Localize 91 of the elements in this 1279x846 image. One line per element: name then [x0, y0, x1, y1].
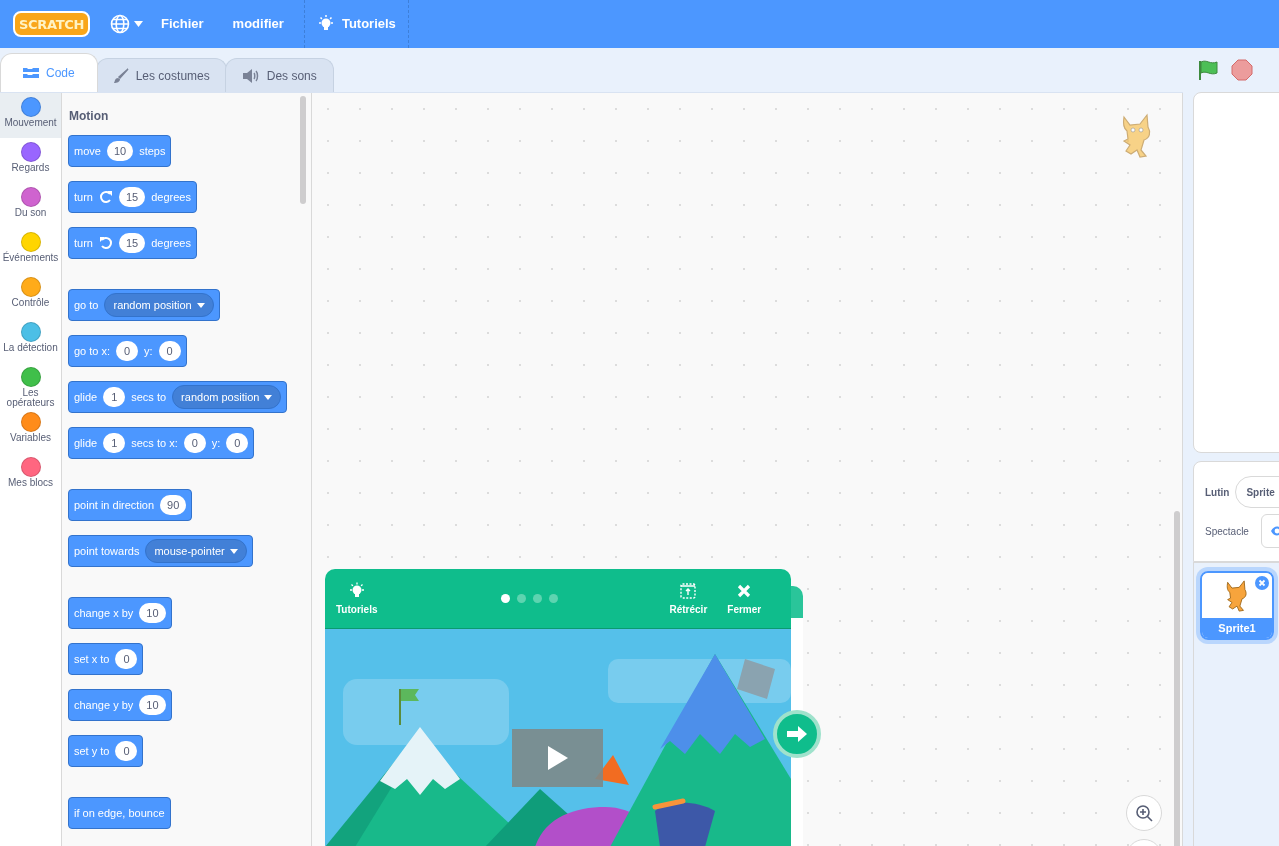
field-label: Lutin: [1205, 485, 1230, 500]
tab[interactable]: Les costumes: [95, 58, 227, 92]
code-block[interactable]: move 10 steps: [68, 135, 172, 167]
code-block[interactable]: change y by 10: [68, 689, 172, 721]
block-label: glide: [74, 435, 98, 451]
block-label: point towards: [74, 543, 140, 559]
code-block[interactable]: turn 15 degrees: [68, 181, 197, 213]
zoom-in-icon: [1134, 803, 1154, 823]
block-label: steps: [139, 143, 166, 159]
number-input[interactable]: 0: [158, 341, 181, 361]
field-label: Spectacle: [1205, 524, 1249, 539]
code-block[interactable]: go to x: 0 y: 0: [68, 335, 187, 367]
block-label: secs to x:: [131, 435, 178, 451]
code-icon: [23, 67, 39, 79]
block-label: y:: [144, 343, 153, 359]
block-label: y:: [211, 435, 221, 451]
code-block[interactable]: point towards mouse-pointer: [68, 535, 253, 567]
number-input[interactable]: 10: [139, 695, 166, 715]
number-input[interactable]: 10: [139, 603, 166, 623]
caret-icon: [264, 394, 273, 400]
next-step-button[interactable]: [773, 710, 821, 758]
scrollbar-thumb[interactable]: [1174, 511, 1180, 846]
block-label: degrees: [151, 235, 191, 251]
dropdown-menu[interactable]: mouse-pointer: [145, 539, 247, 563]
block-label: secs to: [131, 389, 167, 405]
number-input[interactable]: 0: [115, 649, 138, 669]
number-input[interactable]: 0: [116, 341, 139, 361]
delete-icon[interactable]: [1255, 576, 1269, 590]
block-label: change x by: [74, 605, 134, 621]
block-label: set y to: [74, 743, 110, 759]
code-block[interactable]: go to random position: [68, 289, 220, 321]
category-item[interactable]: Mouvement: [0, 93, 61, 138]
close-icon: [737, 584, 752, 598]
block-label: glide: [74, 389, 98, 405]
scrollbar-thumb[interactable]: [300, 96, 306, 204]
block-label: degrees: [151, 189, 191, 205]
number-input[interactable]: 1: [103, 387, 126, 407]
play-icon: [547, 746, 568, 770]
speaker-icon: [241, 68, 260, 83]
tab[interactable]: Des sons: [224, 58, 334, 92]
globe-icon: [110, 14, 130, 34]
block-label: point in direction: [74, 497, 155, 513]
code-block[interactable]: point in direction 90: [68, 489, 193, 521]
block-label: go to: [74, 297, 99, 313]
shrink-icon: [679, 582, 698, 600]
block-label: change y by: [74, 697, 134, 713]
block-label: set x to: [74, 651, 110, 667]
caret-icon: [229, 548, 238, 554]
rotate-left-icon: [98, 236, 113, 250]
category-item[interactable]: Regards: [0, 138, 61, 183]
paintbrush-icon: [112, 67, 129, 84]
category-item[interactable]: Contrôle: [0, 273, 61, 318]
number-input[interactable]: 0: [226, 433, 249, 453]
block-label: go to x:: [74, 343, 111, 359]
sprite-name: Sprite1: [1202, 618, 1272, 638]
palette-heading: Motion: [69, 108, 110, 125]
number-input[interactable]: 0: [115, 741, 138, 761]
number-input[interactable]: 15: [118, 187, 146, 207]
category-item[interactable]: Les opérateurs: [0, 363, 61, 408]
block-label: if on edge, bounce: [74, 805, 165, 821]
code-block[interactable]: glide 1 secs to x: 0 y: 0: [68, 427, 255, 459]
number-input[interactable]: 10: [106, 141, 134, 161]
arrow-right-icon: [786, 726, 808, 742]
block-label: move: [74, 143, 101, 159]
number-input[interactable]: 1: [103, 433, 126, 453]
dropdown-menu[interactable]: random position: [172, 385, 282, 409]
zoom-in-button[interactable]: [1126, 795, 1162, 831]
category-item[interactable]: Mes blocs: [0, 453, 61, 498]
number-input[interactable]: 90: [160, 495, 187, 515]
category-item[interactable]: Du son: [0, 183, 61, 228]
category-item[interactable]: Variables: [0, 408, 61, 453]
code-block[interactable]: set x to 0: [68, 643, 144, 675]
caret-icon: [196, 302, 205, 308]
category-item[interactable]: La détection: [0, 318, 61, 363]
number-input[interactable]: 15: [118, 233, 146, 253]
code-block[interactable]: turn 15 degrees: [68, 227, 197, 259]
category-item[interactable]: Événements: [0, 228, 61, 273]
dropdown-menu[interactable]: random position: [104, 293, 214, 317]
lightbulb-icon: [347, 582, 366, 600]
flag-button[interactable]: [1197, 59, 1219, 81]
block-label: turn: [74, 189, 93, 205]
code-block[interactable]: glide 1 secs to random position: [68, 381, 288, 413]
block-label: turn: [74, 235, 93, 251]
rotate-right-icon: [98, 190, 113, 204]
stop-button[interactable]: [1231, 59, 1253, 81]
language-menu[interactable]: [110, 14, 143, 34]
video-play-button[interactable]: [512, 729, 603, 787]
code-block[interactable]: set y to 0: [68, 735, 144, 767]
caret-icon: [134, 21, 143, 27]
code-block[interactable]: change x by 10: [68, 597, 172, 629]
number-input[interactable]: 0: [183, 433, 206, 453]
